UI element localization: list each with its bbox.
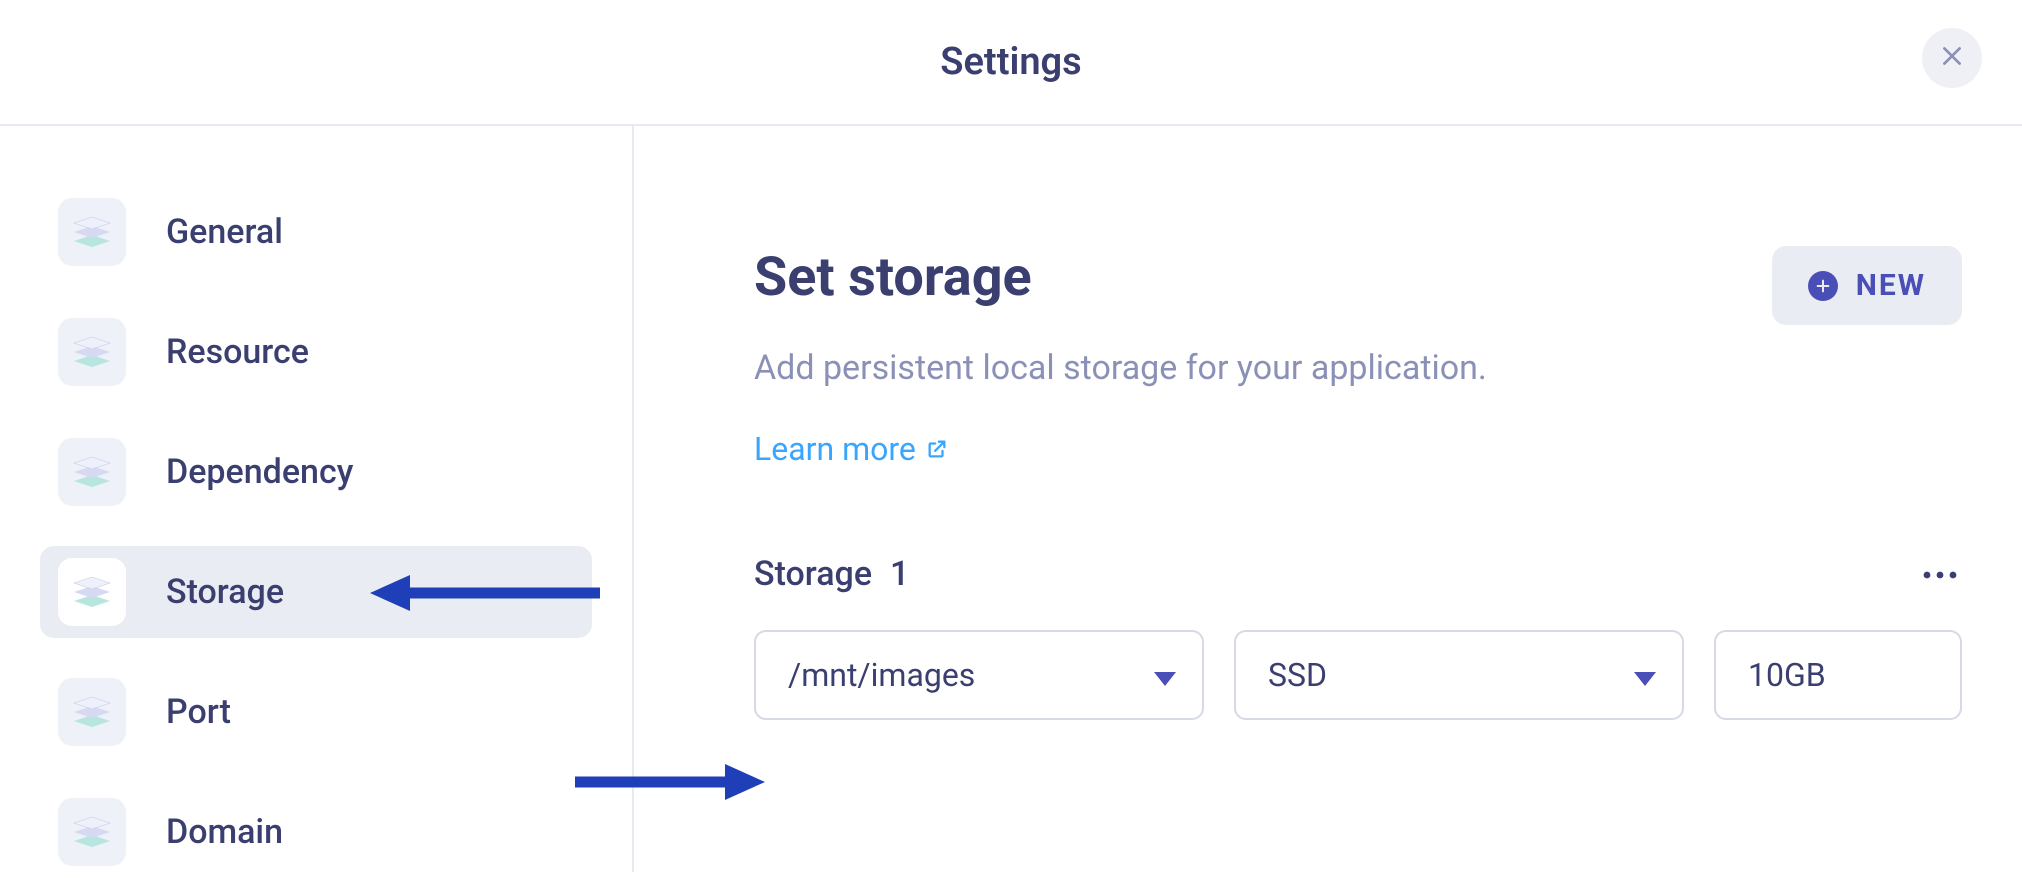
storage-panel: Set storage Add persistent local storage… — [634, 126, 2022, 872]
sidebar-item-resource[interactable]: Resource — [40, 306, 592, 398]
sidebar-item-label: Resource — [166, 332, 309, 372]
layers-icon — [58, 678, 126, 746]
sidebar-item-label: Dependency — [166, 452, 353, 492]
learn-more-link[interactable]: Learn more — [754, 430, 948, 468]
new-button-label: NEW — [1856, 268, 1926, 303]
layers-icon — [58, 318, 126, 386]
page-title: Settings — [940, 40, 1081, 84]
plus-icon — [1808, 271, 1838, 301]
panel-heading: Set storage — [754, 246, 1487, 309]
external-link-icon — [926, 430, 948, 468]
panel-subheading: Add persistent local storage for your ap… — [754, 343, 1487, 394]
close-button[interactable] — [1922, 28, 1982, 88]
new-storage-button[interactable]: NEW — [1772, 246, 1962, 325]
sidebar-item-label: Storage — [166, 572, 284, 612]
more-horizontal-icon — [1922, 565, 1958, 584]
sidebar-item-label: Port — [166, 692, 231, 732]
storage-entry-title: Storage1 — [754, 554, 909, 594]
sidebar-item-dependency[interactable]: Dependency — [40, 426, 592, 518]
storage-size-input[interactable]: 10GB — [1714, 630, 1962, 720]
learn-more-label: Learn more — [754, 430, 916, 468]
sidebar-item-label: General — [166, 212, 283, 252]
sidebar-item-general[interactable]: General — [40, 186, 592, 278]
layers-icon — [58, 438, 126, 506]
close-icon — [1939, 43, 1965, 73]
sidebar-item-storage[interactable]: Storage — [40, 546, 592, 638]
storage-path-value: /mnt/images — [788, 656, 975, 694]
sidebar-item-port[interactable]: Port — [40, 666, 592, 758]
sidebar-item-label: Domain — [166, 812, 283, 852]
layers-icon — [58, 198, 126, 266]
layers-icon — [58, 798, 126, 866]
sidebar-item-domain[interactable]: Domain — [40, 786, 592, 878]
storage-size-value: 10GB — [1748, 656, 1826, 694]
storage-type-value: SSD — [1268, 656, 1327, 694]
settings-header: Settings — [0, 0, 2022, 126]
storage-entry: Storage1 /mnt/images — [754, 554, 1962, 720]
storage-path-select[interactable]: /mnt/images — [754, 630, 1204, 720]
chevron-down-icon — [1154, 656, 1176, 694]
storage-entry-more-button[interactable] — [1918, 559, 1962, 590]
chevron-down-icon — [1634, 656, 1656, 694]
layers-icon — [58, 558, 126, 626]
storage-type-select[interactable]: SSD — [1234, 630, 1684, 720]
settings-sidebar: General Resource Dependency — [0, 126, 634, 872]
